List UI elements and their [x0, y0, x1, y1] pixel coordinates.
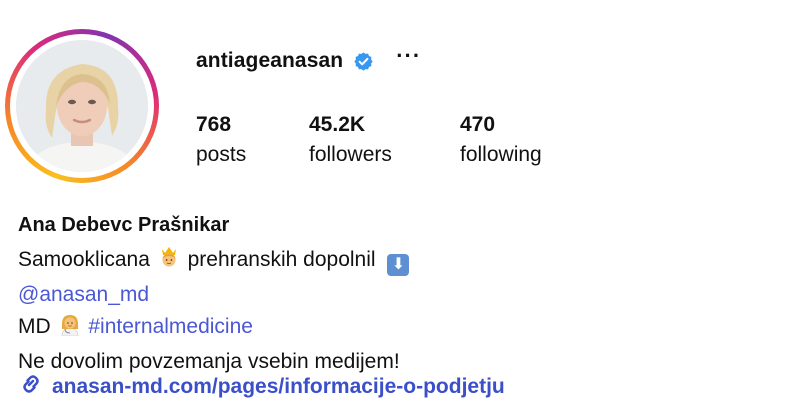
bio-text: Samooklicana	[18, 248, 150, 271]
followers-count[interactable]: 45.2K	[309, 112, 392, 138]
bio-text: prehranskih dopolnil	[187, 248, 376, 271]
username[interactable]: antiageanasan	[196, 49, 343, 73]
bio: Ana Debevc Prašnikar Samooklicana prehra…	[18, 209, 410, 378]
following-count[interactable]: 470	[460, 112, 542, 138]
link-text[interactable]: anasan-md.com/pages/informacije-o-podjet…	[52, 375, 505, 399]
avatar-image	[16, 40, 148, 172]
mention-link[interactable]: @anasan_md	[18, 279, 409, 311]
following-stat[interactable]: 470 following	[460, 112, 542, 172]
bio-text: MD	[18, 315, 51, 338]
verified-badge-icon	[353, 51, 374, 72]
posts-label: posts	[196, 143, 247, 166]
full-name: Ana Debevc Prašnikar	[18, 214, 230, 236]
posts-count: 768	[196, 113, 232, 136]
followers-stat[interactable]: 45.2K followers	[309, 112, 392, 172]
more-options-icon[interactable]: ···	[396, 45, 421, 67]
external-link[interactable]: anasan-md.com/pages/informacije-o-podjet…	[18, 372, 505, 401]
bio-line-3: MD #internalmedicine	[18, 311, 409, 346]
down-arrow-emoji: ⬇	[387, 254, 410, 276]
health-worker-emoji	[59, 312, 81, 346]
link-icon	[18, 372, 44, 401]
hashtag-link[interactable]: #internalmedicine	[88, 315, 253, 338]
person-with-crown-emoji	[158, 245, 180, 279]
followers-label[interactable]: followers	[309, 138, 392, 172]
bio-line-1: Samooklicana prehranskih dopolnil ⬇	[18, 244, 410, 279]
avatar[interactable]	[16, 40, 148, 172]
username-row: antiageanasan ···	[196, 45, 421, 76]
following-label[interactable]: following	[460, 138, 542, 172]
story-ring[interactable]	[5, 29, 159, 183]
posts-stat: 768 posts	[196, 112, 246, 172]
